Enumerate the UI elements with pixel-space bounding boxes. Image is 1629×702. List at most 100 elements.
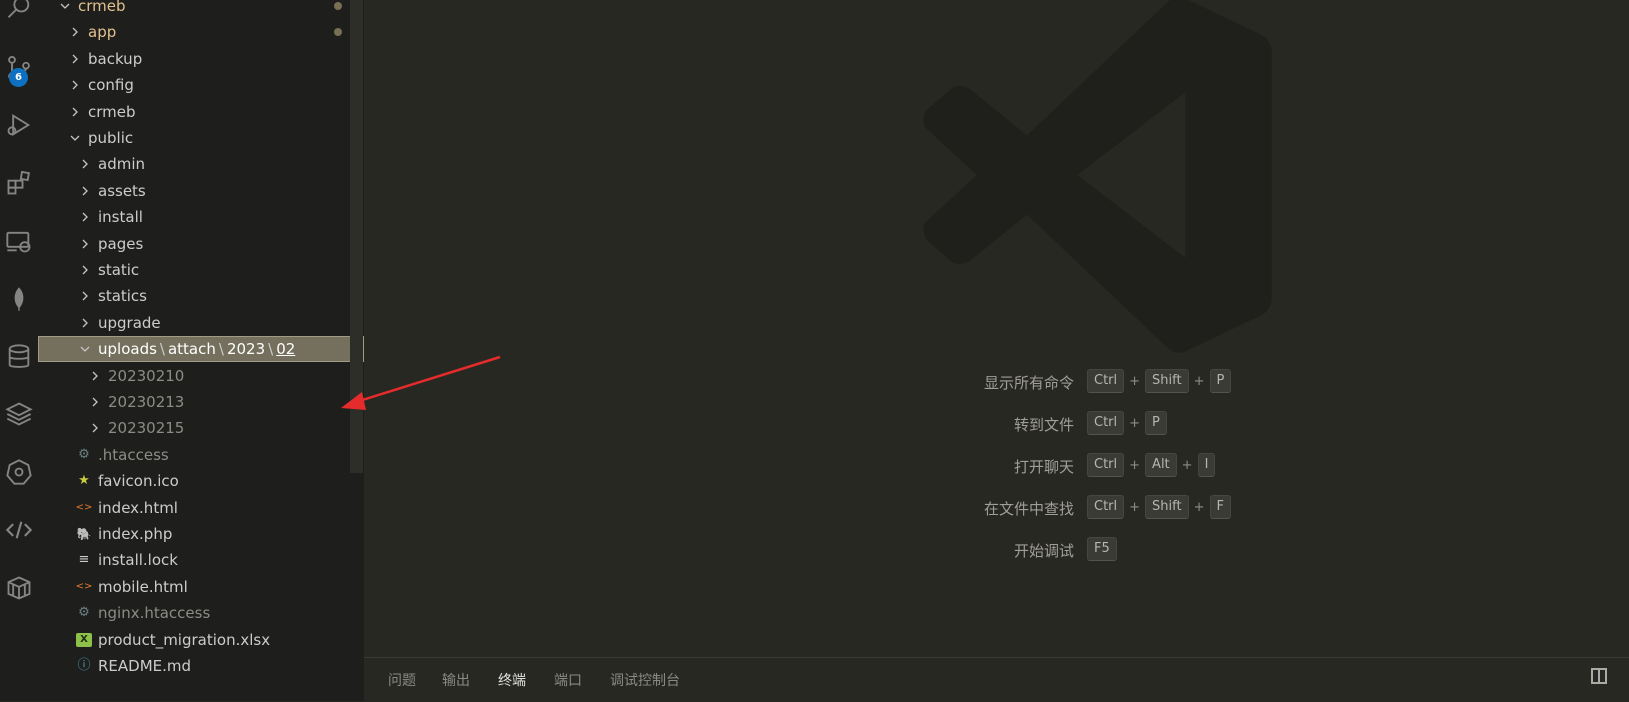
keycap: Ctrl — [1087, 411, 1125, 435]
folder-20230210[interactable]: 20230210 — [38, 363, 364, 389]
keycap: F5 — [1087, 537, 1117, 561]
tree-item-label: statics — [98, 287, 147, 306]
folder-app[interactable]: app — [38, 19, 364, 45]
api-icon[interactable] — [0, 510, 38, 550]
chevron-right-icon[interactable] — [88, 389, 102, 415]
vscode-logo-icon — [923, 0, 1272, 353]
panel-tab[interactable]: 终端 — [498, 670, 526, 690]
chevron-down-icon[interactable] — [78, 336, 92, 362]
folder-public[interactable]: public — [38, 125, 364, 151]
chevron-right-icon[interactable] — [78, 283, 92, 309]
keycap: I — [1197, 453, 1216, 477]
mongodb-leaf-icon[interactable] — [0, 279, 38, 319]
file--htaccess[interactable]: ⚙ .htaccess — [38, 442, 364, 468]
tree-item-label: install.lock — [98, 551, 178, 570]
file-mobile-html[interactable]: <> mobile.html — [38, 574, 364, 600]
folder-20230213[interactable]: 20230213 — [38, 389, 364, 415]
file-product-migration-xlsx[interactable]: Xproduct_migration.xlsx — [38, 627, 364, 653]
php-elephant-icon: 🐘 — [76, 527, 92, 541]
panel-tab[interactable]: 问题 — [388, 670, 416, 690]
folder-statics[interactable]: statics — [38, 283, 364, 309]
search-icon[interactable] — [0, 0, 38, 28]
chevron-right-icon[interactable] — [88, 415, 102, 441]
tree-item-label: crmeb — [88, 102, 136, 121]
folder-install[interactable]: install — [38, 204, 364, 230]
file-index-html[interactable]: <> index.html — [38, 495, 364, 521]
editor-area: 显示所有命令 Ctrl + Shift + P 转到文件 Ctrl + P 打开聊天 Ctrl + Alt… — [364, 0, 1629, 701]
lines-icon: ≡ — [78, 552, 90, 568]
tree-item-label: index.php — [98, 525, 173, 543]
folder-crmeb[interactable]: crmeb — [38, 99, 364, 125]
folder-admin[interactable]: admin — [38, 151, 364, 177]
panel-tab[interactable]: 输出 — [442, 670, 470, 690]
modified-dot — [334, 2, 342, 10]
folder-static[interactable]: static — [38, 257, 364, 283]
chevron-right-icon[interactable] — [78, 310, 92, 336]
gear-icon: ⚙ — [78, 605, 90, 621]
extensions-icon[interactable] — [0, 163, 38, 203]
database-icon[interactable] — [0, 337, 38, 377]
html-code-icon: <> — [75, 501, 93, 513]
keycap: P — [1209, 369, 1232, 393]
chevron-right-icon[interactable] — [78, 204, 92, 230]
tree-item-label: 20230213 — [108, 393, 185, 411]
plus-sign: + — [1193, 499, 1205, 515]
keycap: Shift — [1145, 369, 1189, 393]
chevron-right-icon[interactable] — [68, 72, 82, 98]
chevron-right-icon[interactable] — [78, 257, 92, 283]
tree-item-label: crmeb — [78, 0, 126, 15]
tree-item-label: assets — [98, 181, 146, 200]
folder-uploads-attach-2023-02[interactable]: uploads \ attach \ 2023 \ 02 — [38, 336, 364, 363]
tree-item-label: product_migration.xlsx — [98, 630, 271, 649]
tree-item-label: 20230210 — [108, 366, 185, 385]
chevron-right-icon[interactable] — [68, 46, 82, 72]
tree-item-label: static — [98, 261, 140, 279]
shortcut-label: 开始调试 — [1013, 542, 1074, 560]
docker-container-icon[interactable] — [0, 568, 38, 608]
star-icon: ★ — [78, 473, 90, 489]
tree-item-label: upgrade — [98, 313, 161, 332]
panel-tab[interactable]: 端口 — [554, 670, 582, 690]
plus-sign: + — [1129, 457, 1141, 473]
panel-layout-icon[interactable] — [1591, 668, 1607, 684]
file-install-lock[interactable]: ≡ install.lock — [38, 547, 364, 573]
tree-item-label: public — [88, 129, 134, 147]
layers-icon[interactable] — [0, 394, 38, 434]
kubernetes-icon[interactable] — [0, 452, 38, 492]
chevron-right-icon[interactable] — [78, 231, 92, 257]
chevron-right-icon[interactable] — [78, 178, 92, 204]
tree-item-label: nginx.htaccess — [98, 604, 211, 623]
run-debug-icon[interactable] — [0, 105, 38, 145]
keycap: Ctrl — [1087, 495, 1125, 519]
folder-assets[interactable]: assets — [38, 178, 364, 204]
tree-item-label: favicon.ico — [98, 472, 179, 491]
file-favicon-ico[interactable]: ★ favicon.ico — [38, 468, 364, 494]
explorer-scrollbar[interactable] — [350, 0, 363, 473]
tree-item-label: uploads \ attach \ 2023 \ 02 — [98, 340, 296, 359]
chevron-down-icon[interactable] — [58, 0, 72, 19]
chevron-right-icon[interactable] — [78, 151, 92, 177]
keycap: Ctrl — [1087, 453, 1125, 477]
folder-pages[interactable]: pages — [38, 231, 364, 257]
tree-item-label: index.html — [98, 498, 178, 517]
chevron-right-icon[interactable] — [68, 99, 82, 125]
tree-item-label: .htaccess — [98, 445, 169, 464]
remote-explorer-icon[interactable] — [0, 221, 38, 261]
folder-crmeb-root[interactable]: crmeb — [38, 0, 364, 19]
folder-upgrade[interactable]: upgrade — [38, 310, 364, 336]
folder-backup[interactable]: backup — [38, 46, 364, 72]
shortcut-label: 显示所有命令 — [983, 374, 1074, 392]
folder-config[interactable]: config — [38, 72, 364, 98]
chevron-right-icon[interactable] — [88, 363, 102, 389]
file-readme-md[interactable]: ⓘ README.md — [38, 653, 364, 679]
chevron-down-icon[interactable] — [68, 125, 82, 151]
keycap: Ctrl — [1087, 369, 1125, 393]
chevron-right-icon[interactable] — [68, 19, 82, 45]
folder-20230215[interactable]: 20230215 — [38, 415, 364, 441]
panel-bar: 问题 输出 终端 端口 调试控制台 — [364, 657, 1629, 702]
activity-bar: 6 — [0, 0, 38, 701]
panel-tab[interactable]: 调试控制台 — [610, 670, 680, 690]
file-nginx-htaccess[interactable]: ⚙ nginx.htaccess — [38, 600, 364, 626]
explorer-tree: crmeb app backup config crmeb public admin asse… — [38, 0, 364, 701]
file-index-php[interactable]: 🐘 index.php — [38, 521, 364, 547]
